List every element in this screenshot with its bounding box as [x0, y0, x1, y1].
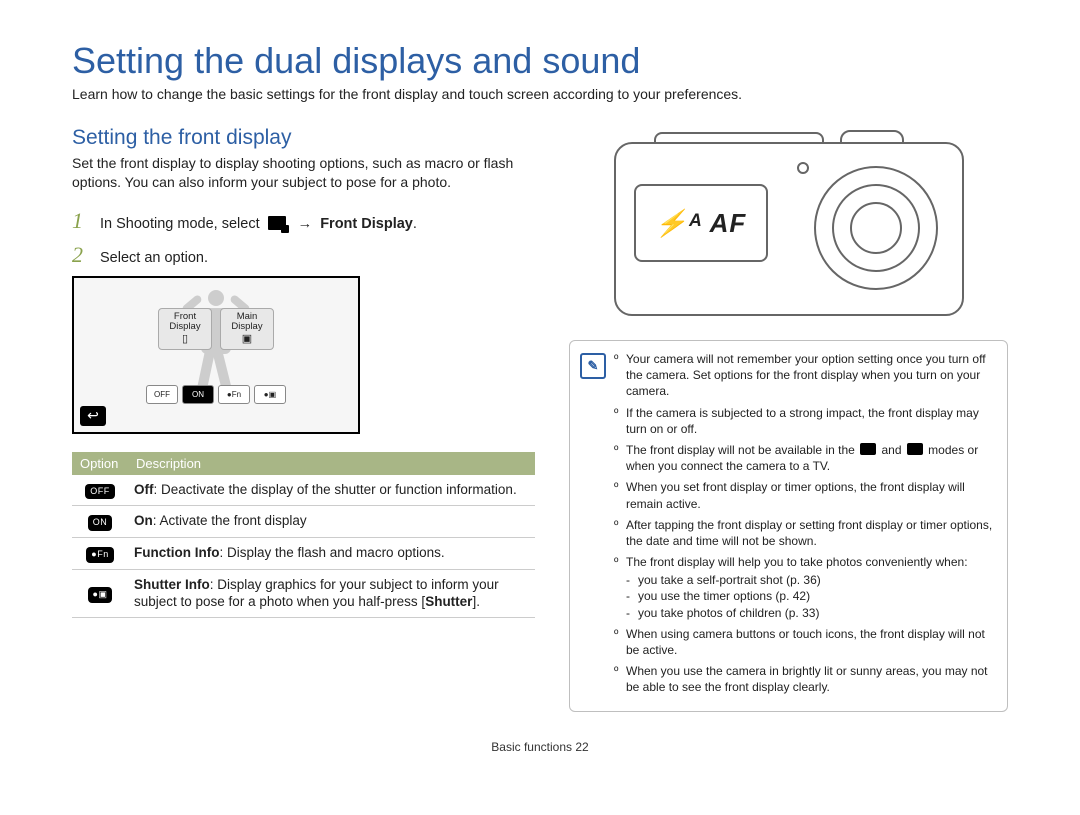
camera-illustration: ⚡ᴬ AF — [614, 126, 964, 316]
list-item: After tapping the front display or setti… — [614, 517, 993, 549]
list-item: The front display will help you to take … — [614, 554, 993, 621]
section-heading: Setting the front display — [72, 126, 535, 150]
step-1: 1 In Shooting mode, select → Front Displ… — [72, 208, 535, 234]
options-table: Option Description OFF Off: Deactivate t… — [72, 452, 535, 618]
step-number: 2 — [72, 242, 90, 268]
on-option[interactable]: ON — [182, 385, 214, 404]
arrow-icon: → — [298, 216, 313, 232]
two-column-layout: Setting the front display Set the front … — [72, 126, 1008, 712]
list-item: If the camera is subjected to a strong i… — [614, 405, 993, 437]
off-chip-icon: OFF — [85, 484, 115, 500]
back-button[interactable]: ↩ — [80, 406, 106, 426]
step-1-text: In Shooting mode, select → Front Display… — [100, 216, 417, 232]
step-2: 2 Select an option. — [72, 242, 535, 268]
on-chip-icon: ON — [88, 515, 113, 531]
intro-text: Learn how to change the basic settings f… — [72, 86, 1008, 102]
menu-icon — [268, 216, 286, 230]
mode-icon — [860, 443, 876, 455]
list-item: you take photos of children (p. 33) — [626, 605, 993, 621]
step-2-text: Select an option. — [100, 250, 208, 266]
front-display-text: ⚡ᴬ AF — [634, 184, 768, 262]
note-icon: ✎ — [580, 353, 606, 379]
manual-page: Setting the dual displays and sound Lear… — [0, 0, 1080, 774]
front-display-tab[interactable]: Front Display ▯ — [158, 308, 212, 350]
list-item: you take a self-portrait shot (p. 36) — [626, 572, 993, 588]
list-item: Your camera will not remember your optio… — [614, 351, 993, 400]
display-screenshot: Front Display ▯ Main Display ▣ OFF ON ●F… — [72, 276, 360, 434]
list-item: When you set front display or timer opti… — [614, 479, 993, 511]
fn-chip-icon: ●Fn — [86, 547, 113, 563]
list-item: When using camera buttons or touch icons… — [614, 626, 993, 658]
page-footer: Basic functions 22 — [72, 740, 1008, 754]
step-number: 1 — [72, 208, 90, 234]
lens-icon — [814, 166, 938, 290]
left-column: Setting the front display Set the front … — [72, 126, 535, 712]
main-display-icon: ▣ — [223, 333, 271, 345]
mode-icon — [907, 443, 923, 455]
shutter-option[interactable]: ●▣ — [254, 385, 286, 404]
col-description: Description — [128, 452, 535, 475]
col-option: Option — [72, 452, 128, 475]
right-column: ⚡ᴬ AF ✎ Your camera will not remember yo… — [569, 126, 1008, 712]
table-row: ●Fn Function Info: Display the ﬂash and … — [72, 538, 535, 570]
page-title: Setting the dual displays and sound — [72, 40, 1008, 82]
display-option-row: OFF ON ●Fn ●▣ — [146, 385, 286, 404]
display-tabs: Front Display ▯ Main Display ▣ — [158, 308, 274, 350]
off-option[interactable]: OFF — [146, 385, 178, 404]
table-row: ON On: Activate the front display — [72, 506, 535, 538]
note-box: ✎ Your camera will not remember your opt… — [569, 340, 1008, 712]
front-display-icon: ▯ — [161, 333, 209, 345]
list-item: The front display will not be available … — [614, 442, 993, 474]
section-paragraph: Set the front display to display shootin… — [72, 154, 535, 192]
fn-option[interactable]: ●Fn — [218, 385, 250, 404]
shutter-chip-icon: ●▣ — [88, 587, 113, 603]
table-row: ●▣ Shutter Info: Display graphics for yo… — [72, 569, 535, 617]
table-row: OFF Off: Deactivate the display of the s… — [72, 475, 535, 506]
list-item: you use the timer options (p. 42) — [626, 588, 993, 604]
main-display-tab[interactable]: Main Display ▣ — [220, 308, 274, 350]
list-item: When you use the camera in brightly lit … — [614, 663, 993, 695]
